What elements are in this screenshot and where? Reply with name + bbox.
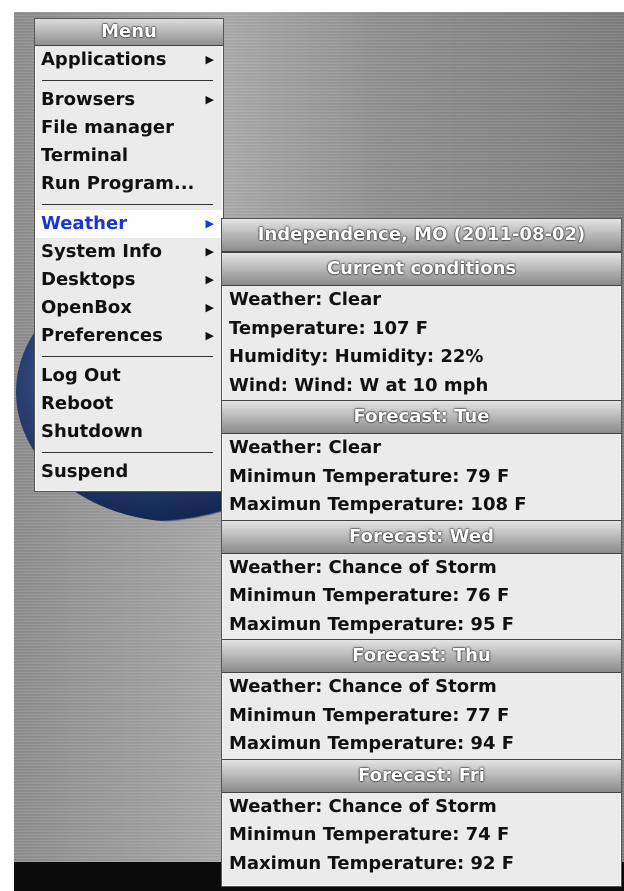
menu-item-preferences[interactable]: Preferences ▶ [35,322,223,350]
menu-item-desktops[interactable]: Desktops ▶ [35,266,223,294]
menu-item-label: Applications [41,49,167,70]
forecast-thu-header: Forecast: Thu [222,639,621,673]
submenu-arrow-icon: ▶ [205,301,214,314]
forecast-fri-max-item[interactable]: Maximun Temperature: 92 F [222,850,621,879]
forecast-tue-weather-item[interactable]: Weather: Clear [222,434,621,463]
root-menu: Menu Applications ▶ Browsers ▶ File mana… [34,18,224,492]
menu-item-terminal[interactable]: Terminal [35,142,223,170]
forecast-fri-weather-item[interactable]: Weather: Chance of Storm [222,793,621,822]
menu-item-system-info[interactable]: System Info ▶ [35,238,223,266]
current-conditions-header: Current conditions [222,252,621,286]
menu-item-label: File manager [41,117,174,138]
menu-item-label: OpenBox [41,297,132,318]
submenu-arrow-icon: ▶ [205,53,214,66]
menu-item-label: Preferences [41,325,163,346]
menu-item-label: Suspend [41,461,129,482]
menu-item-weather[interactable]: Weather ▶ [35,210,223,238]
menu-item-label: Log Out [41,365,121,386]
menu-item-openbox[interactable]: OpenBox ▶ [35,294,223,322]
menu-item-label: Terminal [41,145,129,166]
submenu-arrow-icon: ▶ [205,93,214,106]
menu-item-applications[interactable]: Applications ▶ [35,46,223,74]
menu-item-label: System Info [41,241,162,262]
forecast-thu-weather-item[interactable]: Weather: Chance of Storm [222,673,621,702]
forecast-thu-min-item[interactable]: Minimun Temperature: 77 F [222,702,621,731]
forecast-tue-header: Forecast: Tue [222,400,621,434]
forecast-wed-max-item[interactable]: Maximun Temperature: 95 F [222,611,621,640]
current-wind-item[interactable]: Wind: Wind: W at 10 mph [222,372,621,401]
forecast-wed-header: Forecast: Wed [222,519,621,554]
current-weather-item[interactable]: Weather: Clear [222,286,621,315]
menu-item-browsers[interactable]: Browsers ▶ [35,86,223,114]
menu-item-suspend[interactable]: Suspend [35,458,223,486]
forecast-wed-weather-item[interactable]: Weather: Chance of Storm [222,554,621,583]
menu-item-label: Weather [41,213,128,234]
weather-location-title: Independence, MO (2011-08-02) [222,219,621,252]
forecast-fri-min-item[interactable]: Minimun Temperature: 74 F [222,821,621,850]
menu-item-shutdown[interactable]: Shutdown [35,418,223,446]
menu-item-label: Reboot [41,393,114,414]
current-humidity-item[interactable]: Humidity: Humidity: 22% [222,343,621,372]
menu-title: Menu [35,19,223,46]
forecast-thu-max-item[interactable]: Maximun Temperature: 94 F [222,730,621,759]
menu-item-label: Desktops [41,269,136,290]
menu-item-label: Browsers [41,89,136,110]
menu-item-file-manager[interactable]: File manager [35,114,223,142]
menu-separator [42,204,213,205]
menu-item-label: Shutdown [41,421,143,442]
submenu-arrow-icon: ▶ [205,273,214,286]
current-temperature-item[interactable]: Temperature: 107 F [222,315,621,344]
forecast-tue-max-item[interactable]: Maximun Temperature: 108 F [222,491,621,520]
menu-item-reboot[interactable]: Reboot [35,390,223,418]
menu-item-log-out[interactable]: Log Out [35,362,223,390]
menu-separator [42,80,213,81]
menu-separator [42,452,213,453]
menu-item-run-program[interactable]: Run Program... [35,170,223,198]
menu-item-label: Run Program... [41,173,195,194]
submenu-arrow-icon: ▶ [205,329,214,342]
forecast-wed-min-item[interactable]: Minimun Temperature: 76 F [222,582,621,611]
forecast-tue-min-item[interactable]: Minimun Temperature: 79 F [222,463,621,492]
submenu-arrow-icon: ▶ [205,245,214,258]
menu-separator [42,356,213,357]
forecast-fri-header: Forecast: Fri [222,758,621,793]
weather-submenu: Independence, MO (2011-08-02) Current co… [221,218,622,887]
submenu-arrow-icon: ▶ [205,217,214,230]
